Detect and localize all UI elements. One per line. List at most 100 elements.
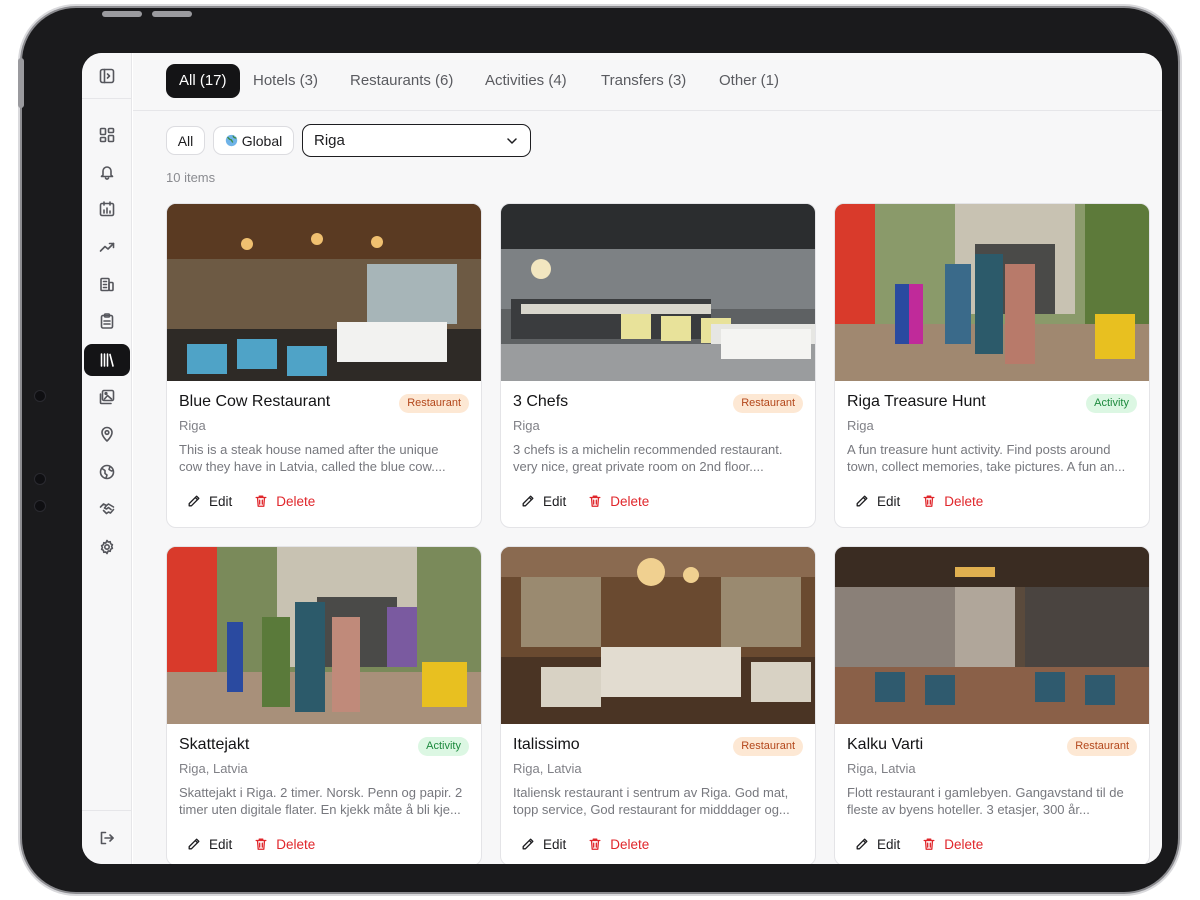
sidebar-toggle-button[interactable] [82, 53, 132, 99]
sidebar-item-library[interactable] [84, 344, 130, 376]
edit-button[interactable]: Edit [187, 837, 232, 852]
sidebar-item-settings[interactable] [84, 531, 130, 563]
tablet-frame: All (17) Hotels (3) Restaurants (6) Acti… [18, 8, 1178, 892]
tab-hotels[interactable]: Hotels (3) [240, 64, 331, 98]
resource-card[interactable]: 3 Chefs Restaurant Riga 3 chefs is a michel… [500, 203, 816, 528]
card-description: Flott restaurant i gamlebyen. Gangavstan… [847, 784, 1137, 818]
sidebar-item-partners[interactable] [84, 493, 130, 525]
pencil-icon [856, 838, 868, 850]
filter-all-chip[interactable]: All [166, 126, 205, 155]
card-title: 3 Chefs [513, 393, 569, 410]
bell-icon [100, 166, 114, 180]
edit-button[interactable]: Edit [521, 837, 566, 852]
edit-label: Edit [543, 493, 567, 509]
edit-button[interactable]: Edit [855, 837, 900, 852]
delete-label: Delete [276, 836, 316, 852]
card-description-line: topp service, God restaurant for midddag… [513, 802, 790, 817]
location-select[interactable]: Riga [302, 124, 531, 157]
trash-icon [589, 838, 601, 850]
card-title: Italissimo [513, 736, 580, 753]
main-content: All (17) Hotels (3) Restaurants (6) Acti… [133, 53, 1162, 864]
tab-restaurants[interactable]: Restaurants (6) [337, 64, 466, 98]
map-pin-icon [101, 426, 113, 442]
pencil-icon [522, 495, 534, 507]
tab-other[interactable]: Other (1) [706, 64, 792, 98]
logout-button[interactable] [82, 810, 132, 864]
card-description-line: Italiensk restaurant i sentrum av Riga. … [513, 785, 789, 800]
resource-card[interactable]: Skattejakt Activity Riga, Latvia Skattejakt… [166, 546, 482, 864]
card-description: Italiensk restaurant i sentrum av Riga. … [513, 784, 803, 818]
filter-global-chip[interactable]: Global [213, 126, 294, 155]
library-icon [100, 353, 114, 367]
edit-label: Edit [543, 836, 567, 852]
tab-all[interactable]: All (17) [166, 64, 240, 98]
resource-card[interactable]: Riga Treasure Hunt Activity Riga A fun trea… [834, 203, 1150, 528]
pencil-icon [188, 838, 200, 850]
card-description-line: fleste av byens hoteller. 3 etasjer, 300… [847, 802, 1090, 817]
card-location: Riga, Latvia [847, 761, 916, 776]
handshake-icon [99, 503, 115, 515]
edit-button[interactable]: Edit [855, 494, 900, 509]
device-button [18, 58, 24, 108]
sidebar-item-tasks[interactable] [84, 305, 130, 337]
card-actions: Edit Delete [521, 835, 649, 853]
settings-icon [100, 539, 114, 555]
edit-button[interactable]: Edit [187, 494, 232, 509]
filter-global-label: Global [241, 132, 283, 149]
delete-label: Delete [610, 493, 650, 509]
building-icon [100, 277, 114, 292]
card-actions: Edit Delete [521, 492, 649, 510]
pencil-icon [522, 838, 534, 850]
sidebar-item-gallery[interactable] [84, 381, 130, 413]
screen: All (17) Hotels (3) Restaurants (6) Acti… [82, 53, 1162, 864]
card-actions: Edit Delete [187, 835, 315, 853]
delete-button[interactable]: Delete [254, 494, 315, 509]
sidebar [82, 53, 132, 864]
card-description-line: Skattejakt i Riga. 2 timer. Norsk. Penn … [179, 785, 463, 800]
sidebar-item-global[interactable] [84, 456, 130, 488]
card-description-line: 3 chefs is a michelin recommended restau… [513, 442, 783, 457]
sensor [34, 473, 46, 485]
delete-button[interactable]: Delete [588, 837, 649, 852]
delete-button[interactable]: Delete [254, 837, 315, 852]
card-actions: Edit Delete [855, 492, 983, 510]
delete-label: Delete [944, 836, 984, 852]
resource-card[interactable]: Italissimo Restaurant Riga, Latvia Italiens… [500, 546, 816, 864]
sidebar-item-notifications[interactable] [84, 156, 130, 188]
chevron-down-icon [507, 138, 517, 144]
trash-icon [255, 495, 267, 507]
card-description: A fun treasure hunt activity. Find posts… [847, 441, 1137, 475]
clipboard-icon [100, 313, 114, 329]
card-location: Riga [513, 418, 540, 433]
card-description-line: A fun treasure hunt activity. Find posts… [847, 442, 1111, 457]
card-image [835, 204, 1149, 381]
sidebar-item-hotels[interactable] [84, 268, 130, 300]
card-description-line: cow they have in Latvia, called the blue… [179, 459, 446, 474]
card-title: Kalku Varti [847, 736, 924, 753]
card-description: 3 chefs is a michelin recommended restau… [513, 441, 803, 475]
card-title: Skattejakt [179, 736, 250, 753]
globe-icon [99, 464, 115, 480]
card-image [501, 204, 815, 381]
calendar-chart-icon [99, 201, 115, 217]
delete-button[interactable]: Delete [922, 494, 983, 509]
edit-label: Edit [877, 493, 901, 509]
card-description-line: This is a steak house named after the un… [179, 442, 439, 457]
delete-button[interactable]: Delete [922, 837, 983, 852]
edit-button[interactable]: Edit [521, 494, 566, 509]
card-title: Riga Treasure Hunt [847, 393, 986, 410]
resource-card[interactable]: Blue Cow Restaurant Restaurant Riga This is… [166, 203, 482, 528]
sidebar-item-analytics[interactable] [84, 231, 130, 263]
device-button [152, 11, 192, 17]
tab-activities[interactable]: Activities (4) [472, 64, 580, 98]
image-gallery-icon [99, 389, 115, 405]
card-image [167, 547, 481, 724]
sidebar-item-calendar[interactable] [84, 193, 130, 225]
resource-card[interactable]: Kalku Varti Restaurant Riga, Latvia Flott r… [834, 546, 1150, 864]
category-badge: Activity [1086, 394, 1137, 413]
sidebar-item-dashboard[interactable] [84, 119, 130, 151]
tab-transfers[interactable]: Transfers (3) [588, 64, 699, 98]
delete-button[interactable]: Delete [588, 494, 649, 509]
delete-label: Delete [276, 493, 316, 509]
sidebar-item-locations[interactable] [84, 418, 130, 450]
